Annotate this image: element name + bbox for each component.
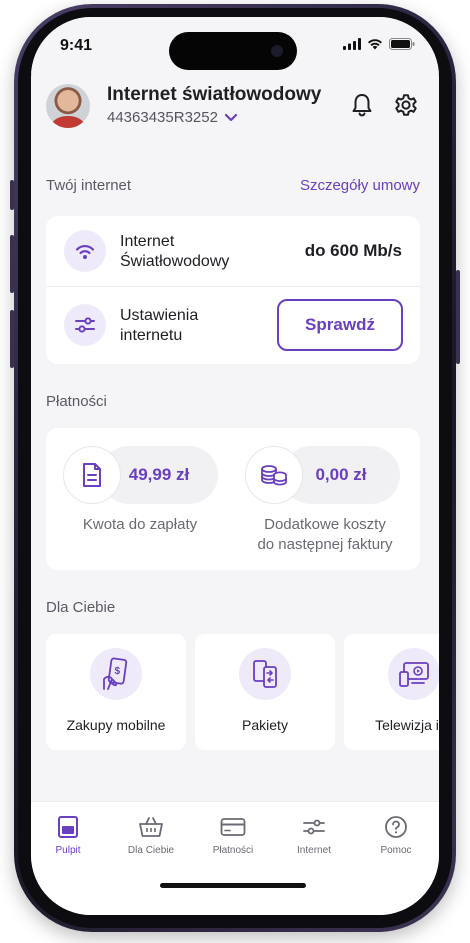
nav-internet[interactable]: Internet (274, 814, 354, 856)
sliders-icon (75, 317, 95, 333)
payments-card: 49,99 zł Kwota do zapłaty 0,00 zł Dodatk… (46, 428, 420, 570)
home-indicator (160, 883, 306, 888)
connection-type-line2: Światłowodowy (120, 253, 230, 270)
internet-settings-line2: internetu (120, 327, 183, 344)
nav-label: Pulpit (55, 845, 81, 856)
account-number: 44363435R3252 (107, 109, 218, 126)
amount-due-caption: Kwota do zapłaty (82, 516, 198, 533)
nav-label: Internet (297, 845, 331, 856)
tile-label: Pakiety (242, 717, 288, 733)
card-divider (46, 286, 420, 287)
internet-card: Internet Światłowodowy do 600 Mb/s Ustaw… (46, 216, 420, 364)
nav-label: Dla Ciebie (127, 845, 175, 856)
app-screen: 9:41 Internet światłowodowy 44363435R325… (31, 17, 439, 915)
status-time: 9:41 (60, 37, 93, 54)
sliders-icon (303, 819, 325, 835)
invoice-icon-badge (63, 446, 121, 504)
account-selector[interactable]: 44363435R3252 (107, 109, 238, 126)
status-bar: 9:41 (31, 17, 439, 73)
wifi-icon-badge (64, 230, 106, 272)
extra-costs-amount: 0,00 zł (315, 465, 367, 484)
wifi-status-icon (368, 39, 382, 50)
coins-icon (261, 465, 287, 486)
volume-up-button (10, 235, 14, 293)
section-title-internet: Twój internet (46, 177, 132, 194)
status-icons (343, 38, 415, 50)
connection-type-label: Internet Światłowodowy (120, 232, 229, 272)
tile-mobile-shopping[interactable]: $ Zakupy mobilne (46, 634, 186, 750)
nav-help[interactable]: Pomoc (356, 814, 436, 856)
connection-speed: do 600 Mb/s (304, 241, 402, 260)
battery-icon (389, 38, 415, 50)
section-title-for-you: Dla Ciebie (46, 599, 116, 616)
mobile-payment-icon-badge: $ (90, 648, 142, 700)
mobile-payment-icon: $ (103, 657, 128, 690)
page-title: Internet światłowodowy (107, 84, 322, 105)
internet-settings-label: Ustawienia internetu (120, 306, 198, 346)
section-title-payments: Płatności (46, 393, 107, 410)
card-icon (220, 818, 246, 836)
invoice-icon (83, 463, 101, 487)
bottom-navigation: Pulpit Dla Ciebie Płatności Internet Pom… (31, 801, 439, 915)
mute-switch (10, 180, 14, 210)
nav-label: Płatności (212, 845, 254, 856)
avatar[interactable] (46, 84, 90, 128)
extra-costs-caption-line2: do następnej faktury (257, 536, 393, 553)
tile-packages[interactable]: Pakiety (195, 634, 335, 750)
dynamic-island (169, 32, 297, 70)
connection-type-line1: Internet (120, 233, 175, 250)
settings-icon-badge (64, 304, 106, 346)
chevron-down-icon (224, 113, 238, 121)
volume-down-button (10, 310, 14, 368)
help-icon (385, 816, 407, 838)
nav-payments[interactable]: Płatności (193, 814, 273, 856)
packages-icon-badge (239, 648, 291, 700)
gear-icon[interactable] (393, 92, 419, 118)
amount-due: 49,99 zł (128, 465, 190, 484)
dashboard-icon (58, 816, 78, 838)
coins-icon-badge (245, 446, 303, 504)
check-settings-button[interactable]: Sprawdź (277, 299, 403, 351)
basket-icon (139, 817, 163, 837)
extra-costs-caption: Dodatkowe koszty do następnej faktury (236, 515, 414, 555)
cellular-signal-icon (343, 38, 361, 50)
tv-icon-badge (388, 648, 439, 700)
tile-label: Zakupy mobilne (66, 717, 166, 733)
nav-dashboard[interactable]: Pulpit (31, 814, 108, 856)
tile-tv[interactable]: Telewizja i w (344, 634, 439, 750)
nav-for-you[interactable]: Dla Ciebie (111, 814, 191, 856)
nav-label: Pomoc (380, 845, 412, 856)
wifi-icon (75, 245, 95, 259)
extra-costs-caption-line1: Dodatkowe koszty (264, 516, 386, 533)
svg-text:$: $ (115, 666, 121, 677)
contract-details-link[interactable]: Szczegóły umowy (300, 177, 420, 194)
tv-icon (399, 662, 429, 687)
power-button (456, 270, 460, 364)
bell-icon[interactable] (349, 92, 375, 118)
internet-settings-line1: Ustawienia (120, 307, 199, 324)
packages-icon (253, 660, 277, 688)
tile-label: Telewizja i w (375, 717, 439, 733)
